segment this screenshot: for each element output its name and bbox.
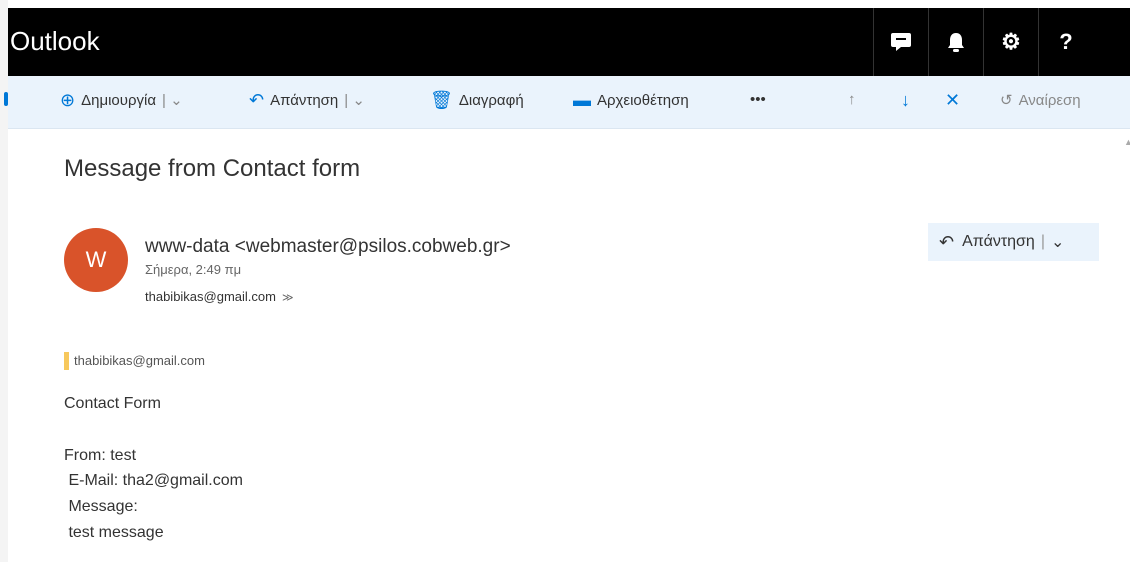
command-toolbar: ⊕ Δημιουργία | ⌄ ↶ Απάντηση | ⌄ 🗑 Διαγρα… bbox=[8, 76, 1130, 129]
undo-button[interactable]: ↺ Αναίρεση bbox=[1000, 91, 1081, 110]
reply-icon: ↶ bbox=[249, 90, 265, 110]
bell-icon-glyph bbox=[948, 33, 964, 52]
chat-icon-glyph bbox=[891, 33, 911, 51]
new-label: Δημιουργία bbox=[81, 91, 157, 109]
quote-bar bbox=[64, 352, 69, 370]
scrollbar-up-arrow[interactable]: ▲ bbox=[1124, 137, 1130, 147]
undo-label: Αναίρεση bbox=[1018, 91, 1081, 109]
reply-button-label: Απάντηση bbox=[962, 233, 1035, 250]
delete-label: Διαγραφή bbox=[458, 91, 524, 109]
chevron-down-icon[interactable]: | ⌄ bbox=[162, 91, 183, 109]
expand-chevron-icon[interactable]: ≫ bbox=[282, 292, 294, 304]
close-button[interactable]: ✕ bbox=[945, 91, 960, 109]
left-pane-edge bbox=[0, 0, 8, 562]
recipient-email: thabibikas@gmail.com bbox=[145, 289, 276, 304]
reply-button[interactable]: ↶ Απάντηση | ⌄ bbox=[928, 223, 1099, 261]
plus-circle-icon: ⊕ bbox=[60, 90, 76, 110]
sender-name[interactable]: www-data <webmaster@psilos.cobweb.gr> bbox=[145, 236, 511, 258]
archive-label: Αρχειοθέτηση bbox=[597, 91, 689, 109]
avatar[interactable]: W bbox=[64, 228, 128, 292]
body-line: From: test bbox=[64, 447, 137, 464]
chevron-down-icon[interactable]: ⌄ bbox=[1051, 232, 1064, 252]
recipient-line[interactable]: thabibikas@gmail.com ≫ bbox=[145, 289, 294, 304]
reply-split-divider: | bbox=[1040, 233, 1045, 250]
gear-glyph: ⚙ bbox=[1001, 29, 1021, 54]
archive-button[interactable]: ▬ Αρχειοθέτηση bbox=[573, 91, 689, 109]
arrow-up-icon: ↑ bbox=[848, 91, 856, 108]
bell-icon[interactable] bbox=[928, 8, 983, 76]
help-icon[interactable]: ? bbox=[1038, 8, 1093, 76]
next-item-button[interactable]: ↓ bbox=[901, 91, 910, 109]
arrow-down-icon: ↓ bbox=[901, 90, 910, 110]
quoted-email: thabibikas@gmail.com bbox=[74, 353, 205, 368]
body-line: test message bbox=[64, 524, 164, 541]
previous-item-button[interactable]: ↑ bbox=[848, 91, 856, 108]
top-bar: Outlook ⚙ ? bbox=[8, 8, 1130, 76]
new-button[interactable]: ⊕ Δημιουργία | ⌄ bbox=[60, 91, 183, 109]
left-pane-border bbox=[0, 0, 8, 562]
more-button[interactable]: ••• bbox=[750, 91, 766, 108]
undo-icon: ↺ bbox=[1000, 92, 1013, 109]
app-title[interactable]: Outlook bbox=[10, 26, 100, 57]
reply-toolbar-button[interactable]: ↶ Απάντηση | ⌄ bbox=[249, 91, 365, 109]
avatar-initial: W bbox=[85, 247, 107, 272]
chat-icon[interactable] bbox=[873, 8, 928, 76]
body-line: Message: bbox=[64, 498, 138, 515]
chevron-down-icon[interactable]: | ⌄ bbox=[344, 91, 365, 109]
reply-label: Απάντηση bbox=[270, 91, 339, 109]
body-line: Contact Form bbox=[64, 395, 161, 412]
archive-icon: ▬ bbox=[573, 90, 591, 110]
message-subject: Message from Contact form bbox=[64, 155, 361, 182]
more-label: ••• bbox=[750, 91, 766, 108]
reply-icon: ↶ bbox=[939, 231, 955, 252]
close-icon: ✕ bbox=[945, 90, 961, 110]
delete-button[interactable]: 🗑 Διαγραφή bbox=[430, 91, 524, 109]
message-date: Σήμερα, 2:49 πμ bbox=[145, 262, 242, 277]
gear-icon[interactable]: ⚙ bbox=[983, 8, 1038, 76]
help-glyph: ? bbox=[1059, 29, 1073, 54]
trash-icon: 🗑 bbox=[430, 90, 453, 110]
body-line: E-Mail: tha2@gmail.com bbox=[64, 472, 243, 489]
